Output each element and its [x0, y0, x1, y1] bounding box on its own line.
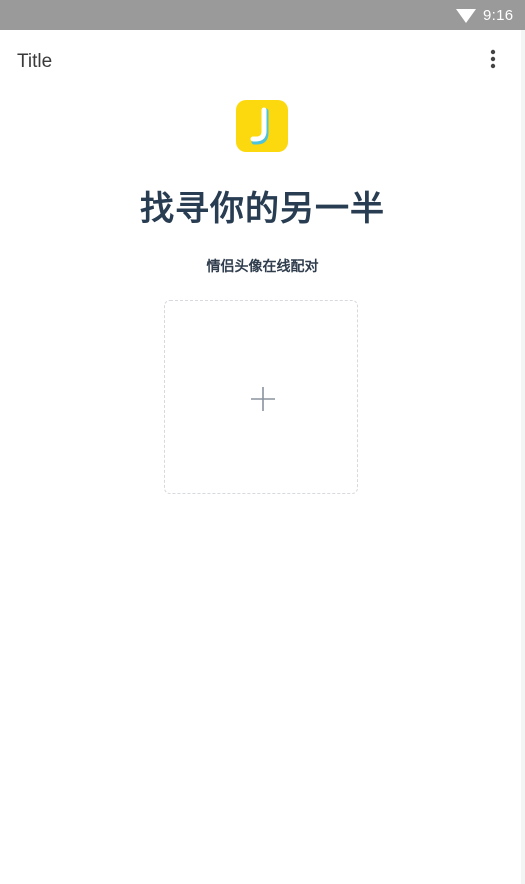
wifi-icon	[456, 9, 476, 23]
upload-avatar-button[interactable]	[164, 300, 358, 494]
app-logo	[236, 100, 288, 152]
subline: 情侣头像在线配对	[206, 259, 319, 275]
more-vert-icon[interactable]	[484, 48, 502, 72]
status-bar: 9:16	[0, 0, 525, 30]
app-bar: Title	[0, 30, 525, 92]
status-time: 9:16	[483, 7, 514, 24]
headline: 找寻你的另一半	[140, 189, 385, 229]
scroll-edge	[521, 30, 525, 884]
plus-icon	[251, 387, 275, 411]
app-logo-j-icon	[250, 107, 269, 145]
app-bar-title: Title	[17, 51, 53, 72]
